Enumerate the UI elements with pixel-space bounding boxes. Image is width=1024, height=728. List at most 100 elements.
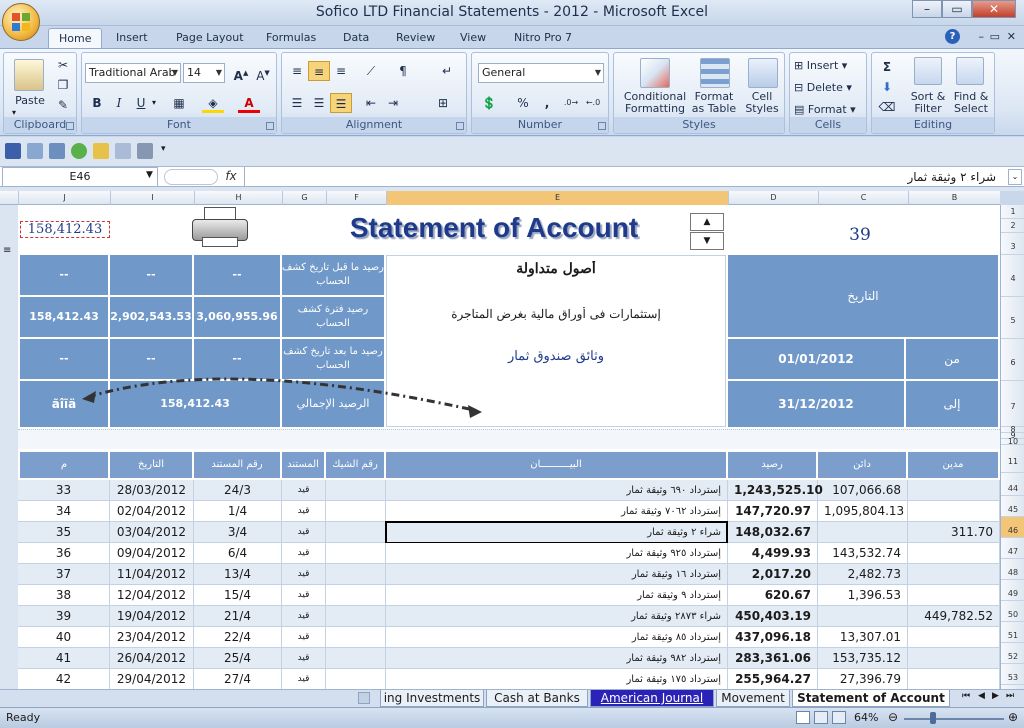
- row1-h[interactable]: --: [194, 255, 280, 295]
- number-launcher-icon[interactable]: [598, 122, 606, 130]
- cell-balance[interactable]: 148,032.67: [728, 522, 818, 543]
- cell-date[interactable]: 26/04/2012: [110, 648, 194, 669]
- cell-doc-no[interactable]: 21/4: [194, 606, 282, 627]
- tab-page-layout[interactable]: Page Layout: [166, 28, 254, 48]
- cell-doc[interactable]: قيد يومية: [282, 501, 326, 537]
- header-date[interactable]: التاريخ: [110, 452, 192, 478]
- quick-print-icon[interactable]: [137, 143, 153, 159]
- cell-balance[interactable]: 147,720.97: [728, 501, 818, 522]
- copy-icon[interactable]: ❐: [52, 75, 74, 95]
- row1-i[interactable]: --: [110, 255, 192, 295]
- tab-nav-prev-icon[interactable]: ◀: [978, 691, 985, 701]
- cell-debit[interactable]: [908, 669, 1000, 689]
- tab-home[interactable]: Home: [48, 28, 103, 48]
- table-row[interactable]: 3328/03/201224/3قيد يومية إسترداد ٦٩٠ وثي…: [18, 480, 1000, 516]
- tab-nav-first-icon[interactable]: ⏮: [962, 691, 970, 701]
- align-center-icon[interactable]: ☰: [308, 93, 330, 113]
- table-row[interactable]: 3711/04/201213/4قيد يومية إسترداد ١٦ وثيق…: [18, 564, 1000, 600]
- font-size-combo[interactable]: 14 ▼: [183, 63, 225, 83]
- to-label[interactable]: إلى: [906, 381, 998, 427]
- green-circle-icon[interactable]: [71, 143, 87, 159]
- cell-styles-icon[interactable]: [748, 58, 778, 88]
- cell-doc-no[interactable]: 24/3: [194, 480, 282, 501]
- table-row[interactable]: 3402/04/20121/4قيد يومية إسترداد ٧٠٦٢ وثي…: [18, 501, 1000, 537]
- cell-date[interactable]: 23/04/2012: [110, 627, 194, 648]
- cell-credit[interactable]: [818, 522, 908, 543]
- brush-icon[interactable]: [93, 143, 109, 159]
- clipboard-launcher-icon[interactable]: [66, 122, 74, 130]
- row-header[interactable]: 2: [1001, 219, 1024, 233]
- cell-credit[interactable]: 143,532.74: [818, 543, 908, 564]
- column-header-g[interactable]: G: [282, 191, 326, 205]
- zoom-out-icon[interactable]: ⊖: [888, 710, 898, 724]
- format-cells-button[interactable]: ▤ Format ▾: [794, 103, 864, 116]
- cell-desc[interactable]: إسترداد ٩٨٢ وثيقة ثمار: [386, 648, 728, 669]
- row-header[interactable]: 5: [1001, 297, 1024, 339]
- cell-desc[interactable]: إسترداد ١٦ وثيقة ثمار: [386, 564, 728, 585]
- cell-balance[interactable]: 1,243,525.10: [728, 480, 823, 501]
- header-debit[interactable]: مدين: [908, 452, 998, 478]
- delete-cells-button[interactable]: ⊟ Delete ▾: [794, 81, 864, 94]
- row1-j[interactable]: --: [20, 255, 108, 295]
- font-launcher-icon[interactable]: [266, 122, 274, 130]
- percent-button[interactable]: %: [512, 93, 534, 113]
- table-row[interactable]: 3609/04/20126/4قيد يومية إسترداد ٩٢٥ وثيق…: [18, 543, 1000, 579]
- zoom-slider-thumb[interactable]: [930, 712, 936, 724]
- cell-doc-no[interactable]: 22/4: [194, 627, 282, 648]
- zoom-in-icon[interactable]: ⊕: [1008, 710, 1018, 724]
- cell-m[interactable]: 41: [18, 648, 110, 669]
- align-top-icon[interactable]: ≡: [286, 61, 308, 81]
- sheet-tab-statement[interactable]: Statement of Account: [792, 690, 950, 707]
- cell-date[interactable]: 02/04/2012: [110, 501, 194, 522]
- insert-function-button[interactable]: fx: [222, 169, 240, 185]
- row-header[interactable]: 7: [1001, 381, 1024, 427]
- row2-i[interactable]: 2,902,543.53: [110, 297, 192, 337]
- page-layout-view-icon[interactable]: [814, 711, 828, 724]
- cell-m[interactable]: 34: [18, 501, 110, 522]
- cell-doc[interactable]: قيد يومية: [282, 480, 326, 516]
- accounting-format-icon[interactable]: 💲: [478, 93, 500, 113]
- row1-label[interactable]: رصيد ما قبل تاريخ كشف الحساب: [282, 255, 384, 295]
- tab-data[interactable]: Data: [333, 28, 379, 48]
- cell-balance[interactable]: 450,403.19: [728, 606, 818, 627]
- cell-cheque[interactable]: [326, 585, 386, 606]
- cell-desc[interactable]: إسترداد ٩٢٥ وثيقة ثمار: [386, 543, 728, 564]
- qat-dropdown-icon[interactable]: ▾: [161, 144, 166, 154]
- cell-credit[interactable]: 1,396.53: [818, 585, 908, 606]
- investments-label[interactable]: إستثمارات فى أوراق مالية بغرض المتاجرة: [386, 307, 726, 327]
- row-header[interactable]: 1: [1001, 205, 1024, 219]
- cell-m[interactable]: 35: [18, 522, 110, 543]
- spin-down-icon[interactable]: ▼: [690, 232, 724, 250]
- decrease-indent-icon[interactable]: ⇤: [360, 93, 382, 113]
- cell-balance[interactable]: 2,017.20: [728, 564, 818, 585]
- binoculars-icon[interactable]: [956, 57, 984, 85]
- date-label[interactable]: التاريخ: [728, 255, 998, 337]
- cell-credit[interactable]: 1,095,804.13: [818, 501, 908, 522]
- decrease-decimal-icon[interactable]: ←.0: [582, 93, 604, 113]
- cell-balance[interactable]: 4,499.93: [728, 543, 818, 564]
- cell-debit[interactable]: [908, 501, 1000, 522]
- underline-button[interactable]: U: [130, 93, 152, 113]
- align-right-icon[interactable]: ☰: [330, 93, 352, 113]
- row-header[interactable]: 44: [1001, 475, 1024, 496]
- paste-icon[interactable]: [14, 59, 44, 91]
- header-desc[interactable]: البيــــــــــان: [386, 452, 726, 478]
- split-handle-icon[interactable]: ≡: [3, 245, 11, 256]
- cell-desc[interactable]: شراء ٢٨٧٣ وثيقة ثمار: [386, 606, 728, 627]
- from-label[interactable]: من: [906, 339, 998, 379]
- column-header-b[interactable]: B: [908, 191, 1000, 205]
- cell-doc-no[interactable]: 27/4: [194, 669, 282, 689]
- cell-m[interactable]: 42: [18, 669, 110, 689]
- column-header-f[interactable]: F: [326, 191, 386, 205]
- cell-debit[interactable]: [908, 585, 1000, 606]
- cell-m[interactable]: 38: [18, 585, 110, 606]
- row-header[interactable]: 46: [1001, 517, 1024, 538]
- cell-cheque[interactable]: [326, 522, 386, 543]
- cell-doc[interactable]: قيد يومية: [282, 585, 326, 621]
- header-m[interactable]: م: [20, 452, 108, 478]
- cell-credit[interactable]: 27,396.79: [818, 669, 908, 689]
- from-date[interactable]: 01/01/2012: [728, 339, 904, 379]
- cell-debit[interactable]: [908, 564, 1000, 585]
- cell-balance[interactable]: 437,096.18: [728, 627, 818, 648]
- cell-doc[interactable]: قيد يومية: [282, 522, 326, 558]
